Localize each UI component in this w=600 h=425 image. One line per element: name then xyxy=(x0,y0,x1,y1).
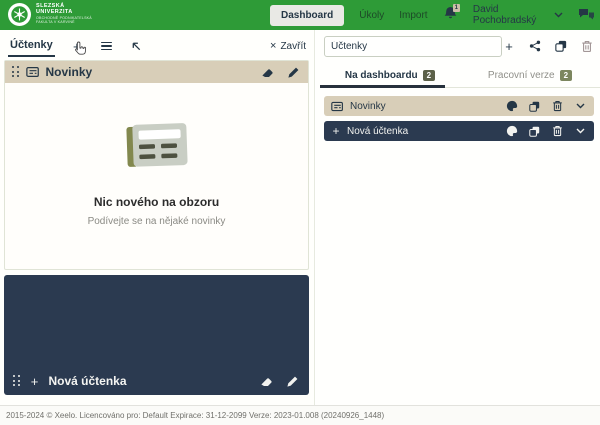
delete-button[interactable] xyxy=(551,100,564,113)
dashboard-toolbar: Účtenky + × Zavřít xyxy=(0,34,314,58)
close-icon: × xyxy=(270,41,276,52)
tab-pracovni-verze[interactable]: Pracovní verze 2 xyxy=(460,64,600,87)
style-button[interactable] xyxy=(505,100,518,113)
university-logo[interactable]: SLEZSKÁ UNIVERZITA OBCHODNĚ PODNIKATELSK… xyxy=(8,3,92,26)
palette-icon xyxy=(506,125,518,137)
logo-text: SLEZSKÁ UNIVERZITA OBCHODNĚ PODNIKATELSK… xyxy=(36,4,92,25)
chevron-down-icon xyxy=(576,128,585,134)
novinky-empty-state: Nic nového na obzoru Podívejte se na něj… xyxy=(5,83,308,269)
hamburger-icon xyxy=(101,42,112,51)
duplicate-button[interactable] xyxy=(528,125,541,138)
nav-item-dashboard[interactable]: Dashboard xyxy=(270,5,344,26)
add-widget-button[interactable]: + xyxy=(502,39,516,53)
widget-title: Novinky xyxy=(46,65,93,79)
widgets-sidebar: + xyxy=(316,30,600,405)
clone-icon xyxy=(555,40,567,52)
footer: 2015-2024 © Xeelo. Licencováno pro: Defa… xyxy=(0,405,600,425)
dashboard-canvas: Účtenky + × Zavřít xyxy=(0,30,315,405)
notifications-button[interactable]: 1 xyxy=(443,5,458,25)
app-window: SLEZSKÁ UNIVERZITA OBCHODNĚ PODNIKATELSK… xyxy=(0,0,600,425)
tab-na-dashboardu[interactable]: Na dashboardu 2 xyxy=(320,64,460,87)
arrow-up-left-icon xyxy=(131,41,142,52)
footer-license-text: 2015-2024 © Xeelo. Licencováno pro: Defa… xyxy=(6,411,384,420)
eraser-icon xyxy=(261,66,274,79)
plus-icon: + xyxy=(331,123,341,139)
clone-icon xyxy=(529,126,540,137)
widget-title: Nová účtenka xyxy=(49,374,127,388)
newspaper-illustration-icon xyxy=(124,123,190,169)
widget-nova-uctenka-footer: + Nová účtenka xyxy=(4,373,309,389)
comments-icon xyxy=(578,8,595,22)
clear-widget-button[interactable] xyxy=(259,64,275,80)
drag-handle-icon[interactable] xyxy=(12,66,20,78)
widget-nova-uctenka[interactable]: + Nová účtenka xyxy=(4,275,309,395)
tab-uctenky[interactable]: Účtenky xyxy=(8,36,55,57)
notification-count-badge: 1 xyxy=(453,4,460,12)
duplicate-button[interactable] xyxy=(554,39,568,53)
list-item-nova-uctenka[interactable]: + Nová účtenka xyxy=(324,121,594,141)
edit-widget-button[interactable] xyxy=(284,373,300,389)
share-icon xyxy=(529,40,541,52)
tab-count-badge: 2 xyxy=(423,70,435,81)
style-button[interactable] xyxy=(505,125,518,138)
user-menu[interactable]: David Pochobradský xyxy=(473,4,563,26)
edit-widget-button[interactable] xyxy=(285,64,301,80)
eraser-icon xyxy=(260,375,273,388)
trash-icon xyxy=(581,40,593,53)
empty-state-title: Nic nového na obzoru xyxy=(94,195,219,209)
delete-button[interactable] xyxy=(580,39,594,53)
duplicate-button[interactable] xyxy=(528,100,541,113)
close-label: Zavřít xyxy=(280,41,306,52)
expand-row-button[interactable] xyxy=(574,125,587,138)
sidebar-toolbar: + xyxy=(324,35,594,57)
close-button[interactable]: × Zavřít xyxy=(270,41,306,52)
drag-handle-icon[interactable] xyxy=(13,375,21,387)
widget-search-input[interactable] xyxy=(324,36,502,57)
nav-item-import[interactable]: Import xyxy=(399,10,427,21)
collapse-button[interactable] xyxy=(129,38,145,54)
chat-button[interactable] xyxy=(578,7,594,23)
tab-label: Pracovní verze xyxy=(488,70,555,81)
list-item-label: Novinky xyxy=(350,101,386,112)
widget-list: Novinky xyxy=(324,96,594,146)
newspaper-icon xyxy=(331,101,344,112)
newspaper-icon xyxy=(26,66,40,78)
palette-icon xyxy=(506,100,518,112)
plus-icon: + xyxy=(29,373,41,389)
expand-row-button[interactable] xyxy=(574,100,587,113)
widget-novinky-header[interactable]: Novinky xyxy=(5,61,308,83)
pencil-icon xyxy=(286,375,299,388)
user-name: David Pochobradský xyxy=(473,4,549,26)
top-header: SLEZSKÁ UNIVERZITA OBCHODNĚ PODNIKATELSK… xyxy=(0,0,600,30)
menu-button[interactable] xyxy=(99,38,115,54)
header-nav: Dashboard Úkoly Import 1 David Pochobrad… xyxy=(270,0,594,30)
empty-state-subtitle: Podívejte se na nějaké novinky xyxy=(88,216,226,227)
sidebar-tabs: Na dashboardu 2 Pracovní verze 2 xyxy=(320,64,600,88)
university-seal-icon xyxy=(8,3,31,26)
list-item-label: Nová účtenka xyxy=(347,126,408,137)
trash-icon xyxy=(552,125,563,137)
list-item-novinky[interactable]: Novinky xyxy=(324,96,594,116)
add-tab-button[interactable]: + xyxy=(69,38,85,54)
clear-widget-button[interactable] xyxy=(258,373,274,389)
trash-icon xyxy=(552,100,563,112)
widget-novinky: Novinky xyxy=(4,60,309,270)
chevron-down-icon xyxy=(576,103,585,109)
nav-item-ukoly[interactable]: Úkoly xyxy=(359,10,384,21)
delete-button[interactable] xyxy=(551,125,564,138)
pencil-icon xyxy=(287,66,300,79)
share-button[interactable] xyxy=(528,39,542,53)
chevron-down-icon xyxy=(554,12,563,18)
clone-icon xyxy=(529,101,540,112)
tab-count-badge: 2 xyxy=(560,70,572,81)
active-tab-underline xyxy=(320,85,445,88)
tab-label: Na dashboardu xyxy=(345,70,418,81)
